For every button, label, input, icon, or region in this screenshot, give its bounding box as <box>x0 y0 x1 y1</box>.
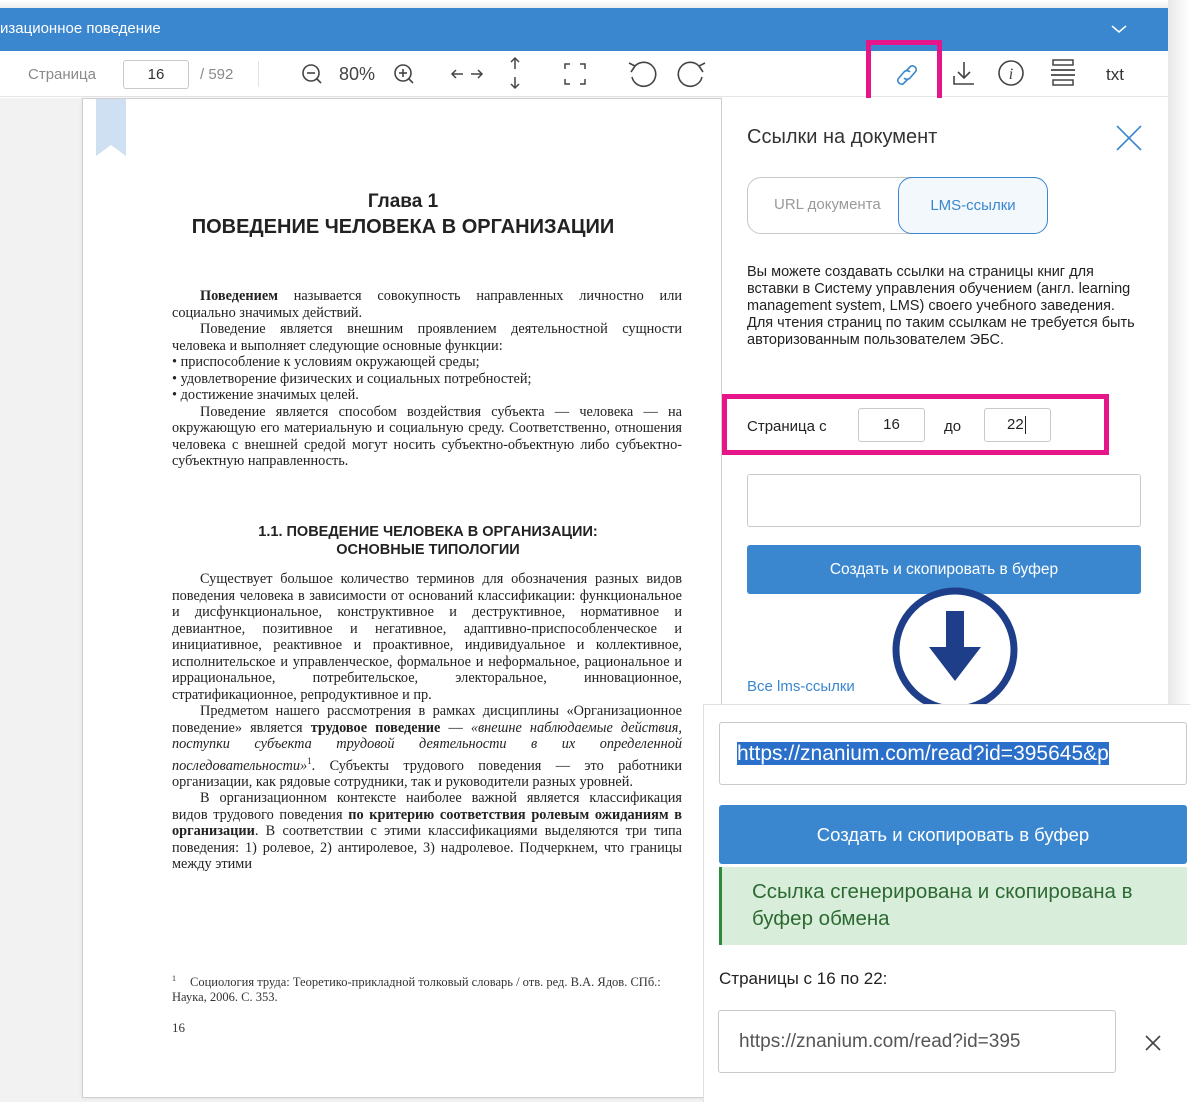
bullet-item: • удовлетворение физических и социальных… <box>172 370 532 387</box>
bullet-item: • достижение значимых целей. <box>172 387 359 403</box>
toolbar-divider <box>258 61 259 87</box>
section-title-line-1: 1.1. ПОВЕДЕНИЕ ЧЕЛОВЕКА В ОРГАНИЗАЦИИ: <box>258 524 598 540</box>
page-input[interactable]: 16 <box>123 60 189 89</box>
range-to-input[interactable]: 22 <box>984 408 1051 442</box>
top-shadow <box>0 0 1190 8</box>
para-6: В организационном контексте наиболее важ… <box>172 790 682 873</box>
close-icon[interactable] <box>1144 1034 1162 1052</box>
link-type-tabs: URL документа LMS-ссылки <box>747 177 1048 234</box>
title-bar: изационное поведение <box>0 8 1168 51</box>
chapter-label: Глава 1 <box>367 191 439 212</box>
panel-title: Ссылки на документ <box>747 126 938 148</box>
document-page: Глава 1 ПОВЕДЕНИЕ ЧЕЛОВЕКА В ОРГАНИЗАЦИИ… <box>82 98 722 1098</box>
range-to-value: 22 <box>1007 416 1024 433</box>
tab-document-url[interactable]: URL документа <box>774 196 881 213</box>
para-4: Существует большое количество терминов д… <box>172 571 682 703</box>
footnote: 1 Социология труда: Теоретико-прикладной … <box>172 971 682 1005</box>
close-icon[interactable] <box>1114 123 1144 153</box>
bookmark-icon[interactable] <box>96 99 126 156</box>
saved-url-field[interactable]: https://znanium.com/read?id=395 <box>718 1010 1116 1073</box>
svg-text:i: i <box>1009 66 1013 83</box>
success-message: Ссылка сгенерирована и скопирована в буф… <box>719 867 1187 945</box>
page-label: Страница <box>28 66 96 83</box>
generated-url-field[interactable] <box>747 474 1141 527</box>
result-url-field[interactable]: https://znanium.com/read?id=395645&p <box>719 722 1187 785</box>
book-title: изационное поведение <box>0 20 161 37</box>
all-lms-links[interactable]: Все lms-ссылки <box>747 678 855 695</box>
result-panel: https://znanium.com/read?id=395645&p Соз… <box>703 704 1190 1102</box>
section-title-line-2: ОСНОВНЫЕ ТИПОЛОГИИ <box>336 542 520 558</box>
download-icon[interactable] <box>951 59 977 89</box>
arrow-down-circle-icon <box>892 587 1018 713</box>
footnote-text: Социология труда: Теоретико-прикладной т… <box>172 975 661 1005</box>
viewer-toolbar: Страница 16 / 592 80% i txt <box>0 51 1168 97</box>
zoom-out-icon[interactable] <box>300 61 324 87</box>
range-from-input[interactable]: 16 <box>858 408 925 442</box>
body-text: Существует большое количество терминов д… <box>172 571 682 873</box>
section-title: 1.1. ПОВЕДЕНИЕ ЧЕЛОВЕКА В ОРГАНИЗАЦИИ: О… <box>223 523 633 559</box>
fit-width-icon[interactable] <box>450 61 484 87</box>
intro-text: Поведением называется совокупность напра… <box>172 288 682 470</box>
rotate-left-icon[interactable] <box>626 57 660 89</box>
total-pages: / 592 <box>200 66 234 83</box>
fit-height-icon[interactable] <box>504 56 526 90</box>
para-5-bold: трудовое поведение <box>310 719 441 736</box>
chapter-title: ПОВЕДЕНИЕ ЧЕЛОВЕКА В ОРГАНИЗАЦИИ <box>191 216 615 238</box>
zoom-level: 80% <box>339 64 376 84</box>
para-5: Предметом нашего рассмотрения в рамках д… <box>172 703 682 790</box>
txt-button[interactable]: txt <box>1106 65 1124 85</box>
page-number: 16 <box>172 1020 185 1035</box>
rotate-right-icon[interactable] <box>674 57 708 89</box>
create-copy-button-zoomed[interactable]: Создать и скопировать в буфер <box>719 805 1187 864</box>
panel-description: Вы можете создавать ссылки на страницы к… <box>747 264 1135 348</box>
result-url-selected: https://znanium.com/read?id=395645&p <box>737 742 1109 765</box>
text-cursor <box>1024 416 1026 435</box>
bullet-item: • приспособление к условиям окружающей с… <box>172 354 480 370</box>
zoom-in-icon[interactable] <box>392 61 416 87</box>
para-2: Поведение является внешним проявлением д… <box>172 321 682 354</box>
text-layers-icon[interactable] <box>1048 57 1078 89</box>
footnote-mark: 1 <box>172 974 176 983</box>
saved-pages-label: Страницы с 16 по 22: <box>719 969 888 988</box>
fullscreen-icon[interactable] <box>563 61 587 87</box>
term-bold: Поведением <box>200 288 278 304</box>
range-from-label: Страница с <box>747 418 827 435</box>
para-5-dash: — <box>440 719 471 736</box>
range-to-label: до <box>944 418 962 435</box>
info-icon[interactable]: i <box>996 58 1026 88</box>
tab-lms-links[interactable]: LMS-ссылки <box>898 177 1048 234</box>
chevron-down-icon[interactable] <box>1109 20 1129 38</box>
para-3: Поведение является способом воздействия … <box>172 403 682 470</box>
